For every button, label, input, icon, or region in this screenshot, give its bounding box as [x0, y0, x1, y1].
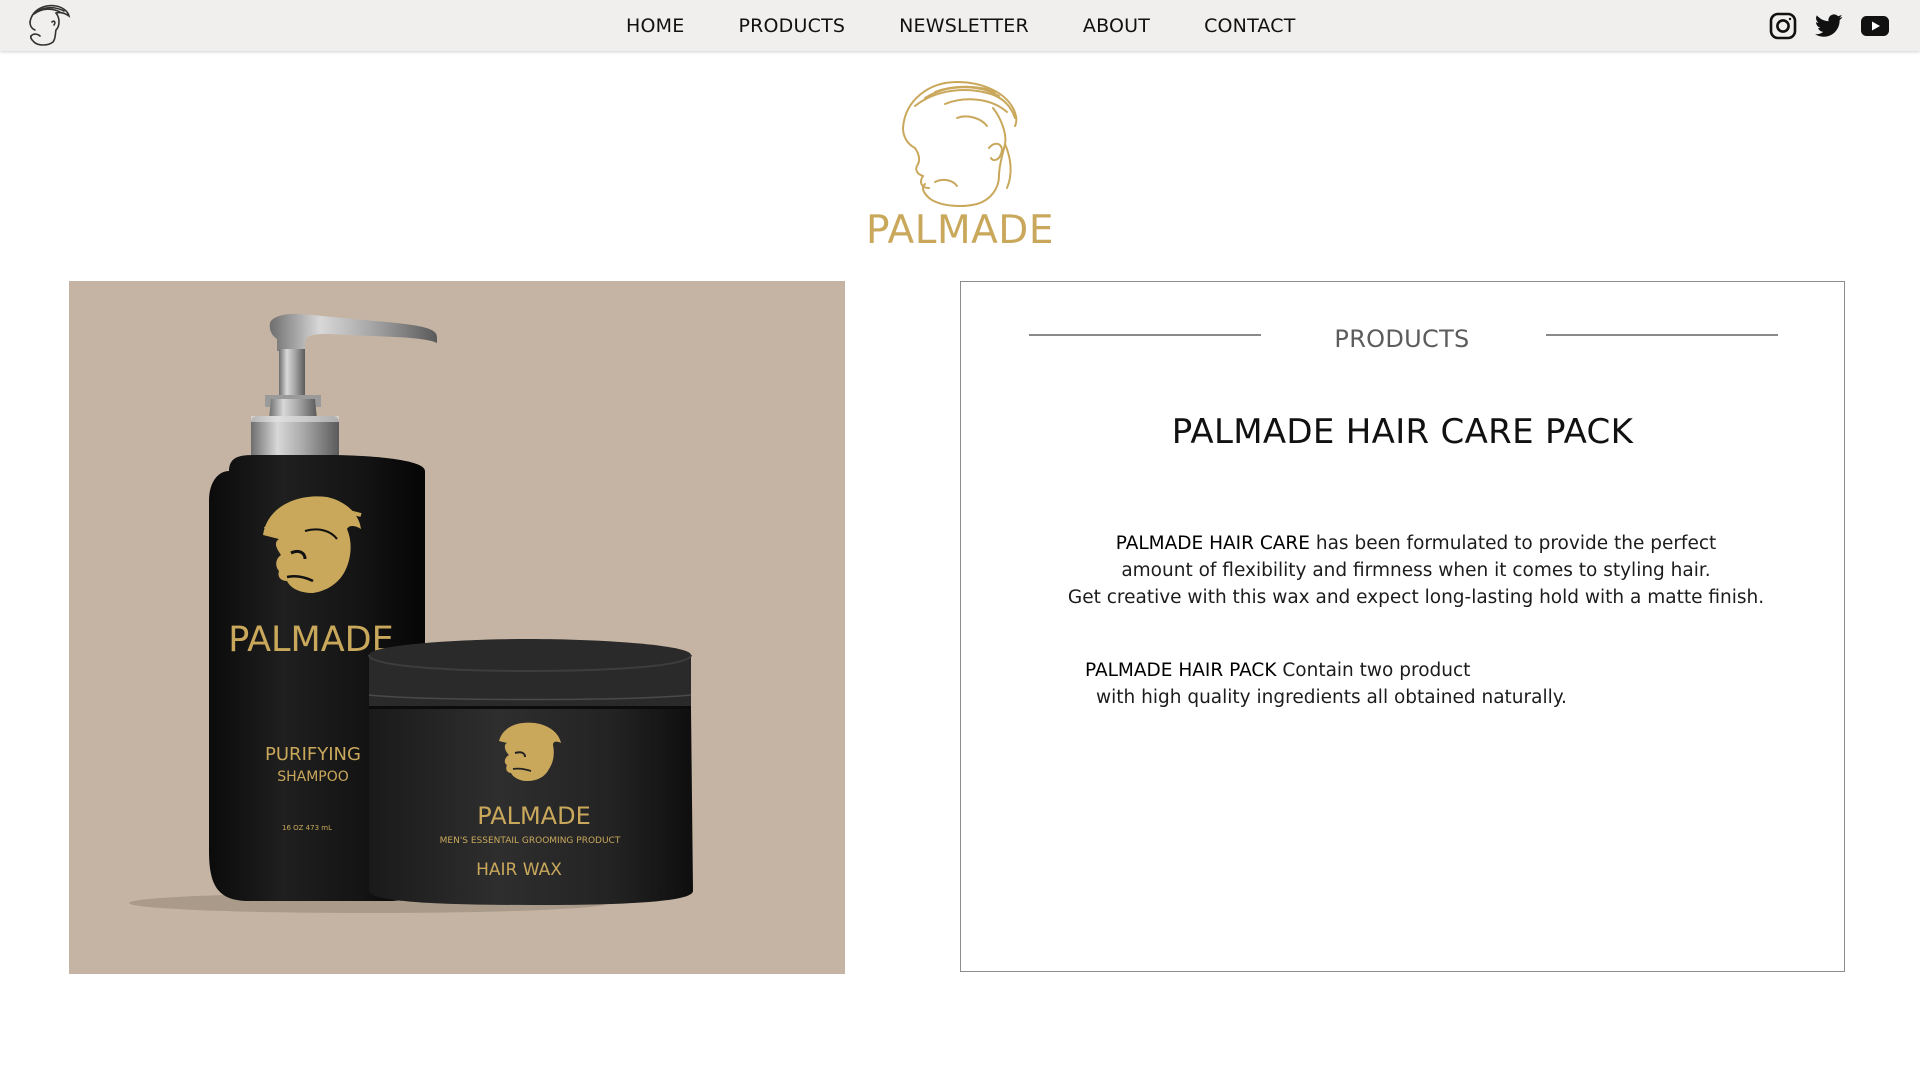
main-menu: HOME PRODUCTS NEWSLETTER ABOUT CONTACT — [626, 0, 1296, 51]
pack-description: PALMADE HAIR PACK Contain two product wi… — [1085, 657, 1585, 711]
product-description: PALMADE HAIR CARE has been formulated to… — [1061, 530, 1771, 611]
product-photo: PALMADE PURIFYING SHAMPOO 16 OZ 473 mL P… — [69, 281, 845, 974]
nav-contact-link[interactable]: CONTACT — [1204, 15, 1296, 37]
description-line-1: PALMADE HAIR CARE has been formulated to… — [1061, 530, 1771, 557]
man-profile-logo-icon[interactable] — [22, 2, 72, 48]
pump-head — [251, 313, 437, 460]
jar-product-label: HAIR WAX — [476, 860, 562, 880]
pack-line-1-text: Contain two product — [1276, 660, 1471, 681]
pack-line-1: PALMADE HAIR PACK Contain two product — [1085, 657, 1585, 684]
nav-about-link[interactable]: ABOUT — [1083, 15, 1150, 37]
product-info-card: PRODUCTS PALMADE HAIR CARE PACK PALMADE … — [960, 281, 1845, 972]
section-heading: PRODUCTS — [1334, 325, 1470, 353]
section-divider-left — [1029, 334, 1261, 336]
bottle-brand-label: PALMADE — [228, 620, 394, 660]
nav-newsletter-link[interactable]: NEWSLETTER — [899, 15, 1029, 37]
section-divider-right — [1546, 334, 1778, 336]
hair-wax-jar: PALMADE MEN'S ESSENTAIL GROOMING PRODUCT… — [368, 639, 693, 905]
bottle-line2-label: SHAMPOO — [277, 769, 349, 785]
twitter-icon[interactable] — [1814, 12, 1844, 40]
hero-brand-name: PALMADE — [866, 208, 1054, 253]
youtube-icon[interactable] — [1860, 12, 1890, 40]
description-line-1-text: has been formulated to provide the perfe… — [1309, 533, 1717, 554]
description-brand-strong: PALMADE HAIR CARE — [1115, 533, 1310, 554]
social-links — [1752, 12, 1890, 40]
description-line-3: Get creative with this wax and expect lo… — [1067, 587, 1765, 608]
instagram-icon[interactable] — [1768, 12, 1798, 40]
pack-brand-strong: PALMADE HAIR PACK — [1085, 660, 1277, 681]
nav-products-link[interactable]: PRODUCTS — [738, 15, 845, 37]
product-title: PALMADE HAIR CARE PACK — [1171, 412, 1634, 452]
nav-home-link[interactable]: HOME — [626, 15, 684, 37]
description-line-2: amount of flexibility and firmness when … — [1121, 560, 1711, 581]
jar-brand-label: PALMADE — [477, 802, 591, 830]
bottle-line1-label: PURIFYING — [265, 744, 361, 765]
bottle-volume-label: 16 OZ 473 mL — [282, 824, 332, 832]
pack-line-2: with high quality ingredients all obtain… — [1096, 687, 1567, 708]
brand-logo-icon — [895, 78, 1025, 208]
jar-tagline-label: MEN'S ESSENTAIL GROOMING PRODUCT — [440, 836, 621, 846]
top-navigation-bar: HOME PRODUCTS NEWSLETTER ABOUT CONTACT — [0, 0, 1920, 51]
